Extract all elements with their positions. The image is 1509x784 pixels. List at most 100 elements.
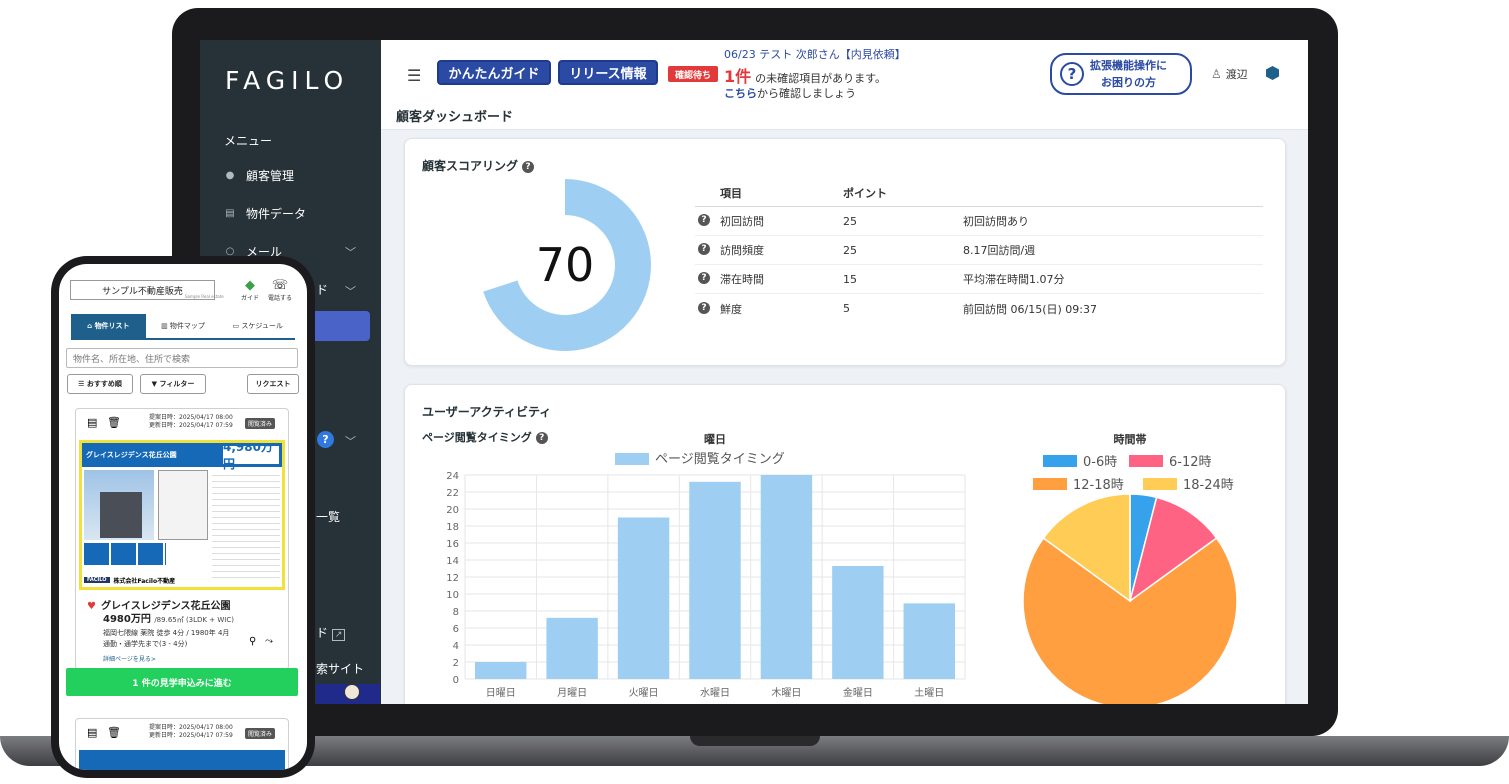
- notice-link[interactable]: こちら: [724, 87, 757, 100]
- weekday-bar-chart: 曜日ページ閲覧タイミング024681012141618202224日曜日 月曜日火…: [446, 433, 966, 699]
- seen-badge: 閲覧済み: [245, 418, 276, 429]
- x-tick-label: 土曜日: [914, 686, 944, 699]
- tab-schedule[interactable]: ▭ スケジュール: [220, 314, 295, 338]
- building-icon: ▤: [225, 207, 235, 219]
- call-button[interactable]: ☏ 電話する: [267, 278, 293, 302]
- question-icon: ?: [1060, 62, 1084, 86]
- chevron-down-icon[interactable]: ﹀: [345, 433, 356, 449]
- card-meta: 提案日時：2025/04/17 08:00 更新日時：2025/04/17 07:…: [149, 724, 233, 740]
- map-pin-icon[interactable]: ⚲: [249, 636, 256, 647]
- x-tick-label: 木曜日: [771, 687, 801, 699]
- row-detail: 平均滞在時間1.07分: [963, 273, 1065, 286]
- bar: [546, 617, 598, 679]
- flyer-company: FACILO 株式会社Facilo不動産: [84, 573, 280, 587]
- table-row: ? 鮮度 5 前回訪問 06/15(日) 09:37: [695, 294, 1263, 323]
- user-menu[interactable]: ♙ 渡辺: [1211, 66, 1248, 82]
- chevron-down-icon[interactable]: ﹀: [345, 244, 356, 260]
- legend-label: 12-18時: [1073, 478, 1124, 493]
- help-icon[interactable]: ?: [698, 214, 710, 226]
- row-point: 25: [843, 214, 857, 228]
- sort-button[interactable]: ☰ おすすめ順: [67, 374, 133, 394]
- notice-count: 1件: [724, 67, 752, 86]
- guide-button[interactable]: ◆ ガイド: [237, 278, 263, 302]
- score-value: 70: [536, 238, 595, 292]
- y-tick-label: 8: [453, 607, 459, 618]
- extension-help-label: 拡張機能操作に お困りの方: [1090, 57, 1167, 91]
- detail-page-link[interactable]: 詳細ページを見る>: [103, 654, 156, 663]
- y-tick-label: 4: [453, 641, 459, 652]
- extension-help-button[interactable]: ? 拡張機能操作に お困りの方: [1050, 53, 1192, 95]
- x-tick-label: 火曜日: [629, 687, 659, 699]
- seen-badge: 閲覧済み: [245, 728, 276, 739]
- property-flyer-image[interactable]: グレイスレジデンス花丘公園 4,980万円 FACILO株式会社Facilo不動…: [79, 440, 285, 590]
- phone-tabs: ⌂ 物件リスト ▥ 物件マップ ▭ スケジュール: [71, 314, 295, 340]
- notice-count-line: 1件 の未確認項目があります。: [724, 63, 886, 87]
- tab-property-list[interactable]: ⌂ 物件リスト: [71, 314, 146, 338]
- row-point: 25: [843, 243, 857, 257]
- release-info-button[interactable]: リリース情報: [558, 60, 658, 85]
- app-screen: FAGILO メニュー ● 顧客管理 ▤ 物件データ ○ メール ﹀ ド ﹀ ?…: [200, 40, 1308, 704]
- chevron-down-icon[interactable]: ﹀: [345, 283, 356, 299]
- row-detail: 8.17回訪問/週: [963, 244, 1036, 257]
- sidebar-item-list-partial[interactable]: 一覧: [316, 508, 340, 525]
- updated-date: 更新日時：2025/04/17 07:59: [149, 732, 233, 739]
- tab-label: スケジュール: [241, 322, 283, 330]
- property-flyer-image[interactable]: [79, 750, 285, 770]
- flyer-spec-table: [212, 470, 280, 580]
- request-button[interactable]: リクエスト: [247, 374, 299, 394]
- price-value: 4980万円: [103, 614, 151, 625]
- sidebar-item-properties[interactable]: ▤ 物件データ: [224, 203, 306, 223]
- help-icon[interactable]: ?: [317, 431, 334, 448]
- tab-property-map[interactable]: ▥ 物件マップ: [146, 314, 221, 338]
- notice-title[interactable]: 06/23 テスト 次郎さん【内見依頼】: [724, 46, 906, 62]
- row-item: ? 鮮度: [695, 301, 843, 317]
- mail-icon: ○: [225, 245, 235, 257]
- filter-label: フィルター: [159, 380, 195, 388]
- app-logo[interactable]: FAGILO: [225, 66, 349, 95]
- y-tick-label: 22: [446, 488, 459, 499]
- sidebar-item-search-site-partial[interactable]: 索サイト: [316, 660, 364, 677]
- row-point: 5: [843, 302, 850, 315]
- activity-card: ユーザーアクティビティ ページ閲覧タイミング? 曜日 ページ閲覧タイミング 0 2 4 6…: [404, 384, 1286, 704]
- y-tick-label: 2: [453, 658, 459, 669]
- table-row: ? 訪問頻度 25 8.17回訪問/週: [695, 236, 1263, 265]
- bar: [475, 662, 527, 679]
- help-icon[interactable]: ?: [522, 160, 535, 173]
- document-icon[interactable]: ▤: [87, 416, 97, 429]
- filter-button[interactable]: ▼ フィルター: [140, 374, 206, 394]
- phone-screen: サンプル不動産販売 Sample Real estate ◆ ガイド ☏ 電話す…: [59, 264, 307, 770]
- trash-icon[interactable]: 🗑: [107, 416, 121, 429]
- help-icon[interactable]: ?: [698, 243, 710, 255]
- sidebar-item-partial[interactable]: ド: [316, 281, 328, 298]
- sidebar-item-active[interactable]: [310, 311, 370, 341]
- document-icon[interactable]: ▤: [87, 726, 97, 739]
- marketing-composite: FAGILO メニュー ● 顧客管理 ▤ 物件データ ○ メール ﹀ ド ﹀ ?…: [0, 0, 1509, 784]
- flyer-feature-tags: [84, 543, 166, 565]
- trash-icon[interactable]: 🗑: [107, 726, 121, 739]
- flyer-logo: FACILO: [84, 577, 110, 583]
- row-item: ? 滞在時間: [695, 271, 843, 287]
- avatar: [344, 684, 360, 700]
- heart-icon[interactable]: ♥: [87, 601, 96, 612]
- hamburger-menu-icon[interactable]: ☰: [407, 66, 421, 85]
- bar: [832, 565, 884, 679]
- notice-link-text: から確認しましょう: [757, 87, 856, 100]
- bar-chart-title: 曜日: [704, 433, 726, 446]
- store-subtitle: Sample Real estate: [185, 294, 224, 299]
- sidebar-item-label: 物件データ: [246, 206, 307, 221]
- help-icon[interactable]: ?: [698, 272, 710, 284]
- flyer-price: 4,980万円: [223, 443, 279, 471]
- bar: [903, 603, 955, 679]
- visit-request-button[interactable]: 1 件の見学申込みに進む: [66, 668, 298, 696]
- sidebar-item-customers[interactable]: ● 顧客管理: [224, 165, 294, 185]
- address-line-2: 通勤・通学先まで(3 - 4分): [103, 640, 188, 648]
- laptop-notch: [690, 736, 820, 746]
- easy-guide-button[interactable]: かんたんガイド: [437, 60, 551, 85]
- help-icon[interactable]: ?: [698, 301, 710, 314]
- sidebar-item-partial-2[interactable]: ド ↗: [316, 624, 346, 641]
- tab-label: 物件マップ: [169, 322, 205, 330]
- bar: [617, 517, 670, 679]
- property-search-input[interactable]: 物件名、所在地、住所で検索: [66, 348, 298, 368]
- route-icon[interactable]: ⤳: [265, 636, 273, 647]
- hexagon-icon[interactable]: [1266, 66, 1279, 80]
